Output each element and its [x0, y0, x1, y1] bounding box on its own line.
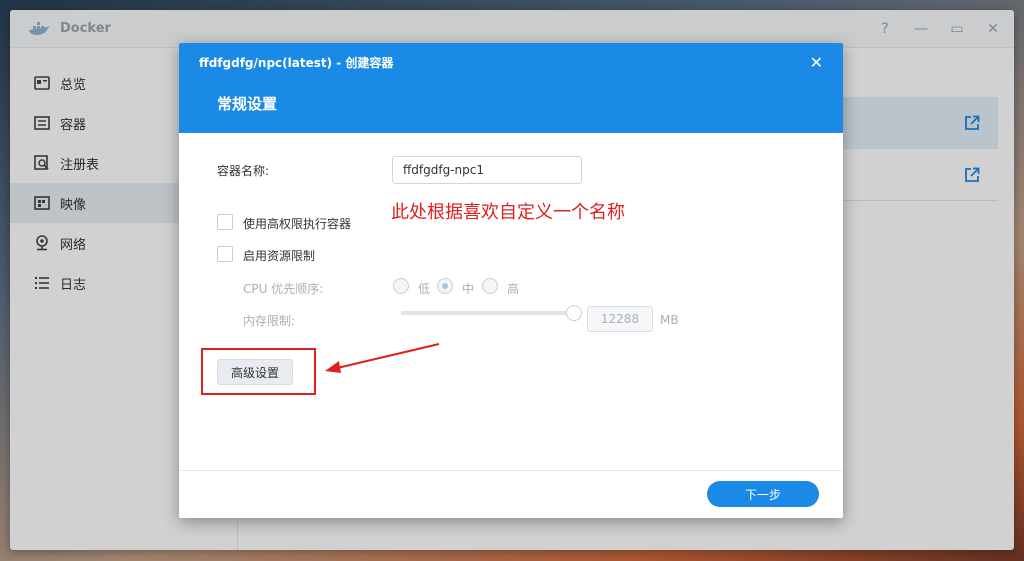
memory-unit-label: MB	[660, 313, 679, 327]
container-name-label: 容器名称:	[217, 164, 270, 178]
cpu-high-radio[interactable]	[482, 278, 498, 294]
annotation-arrow	[325, 343, 440, 373]
memory-limit-input[interactable]	[587, 306, 653, 332]
dialog-header: ffdfgdfg/npc(latest) - 创建容器 ✕ 常规设置	[179, 43, 843, 133]
cpu-high-label: 高	[507, 282, 520, 296]
cpu-mid-radio[interactable]	[437, 278, 453, 294]
dialog-title: ffdfgdfg/npc(latest) - 创建容器	[199, 56, 394, 70]
next-button[interactable]: 下一步	[707, 481, 819, 507]
cpu-low-radio[interactable]	[393, 278, 409, 294]
advanced-settings-button[interactable]: 高级设置	[217, 359, 293, 385]
memory-limit-label: 内存限制:	[243, 314, 296, 328]
cpu-mid-label: 中	[462, 282, 475, 296]
privileged-checkbox[interactable]	[217, 214, 233, 230]
dialog-footer: 下一步	[179, 470, 843, 518]
container-name-input[interactable]	[392, 156, 582, 184]
cpu-priority-label: CPU 优先顺序:	[243, 282, 324, 296]
privileged-label: 使用高权限执行容器	[243, 217, 352, 231]
cpu-low-label: 低	[418, 282, 431, 296]
resource-limit-label: 启用资源限制	[243, 249, 316, 263]
memory-slider-handle[interactable]	[566, 305, 582, 321]
section-title: 常规设置	[217, 95, 278, 113]
close-icon[interactable]: ✕	[810, 53, 823, 72]
resource-limit-checkbox[interactable]	[217, 246, 233, 262]
memory-slider-track[interactable]	[401, 311, 573, 315]
annotation-text: 此处根据喜欢自定义一个名称	[391, 202, 625, 223]
create-container-dialog: ffdfgdfg/npc(latest) - 创建容器 ✕ 常规设置 容器名称:…	[179, 43, 843, 518]
